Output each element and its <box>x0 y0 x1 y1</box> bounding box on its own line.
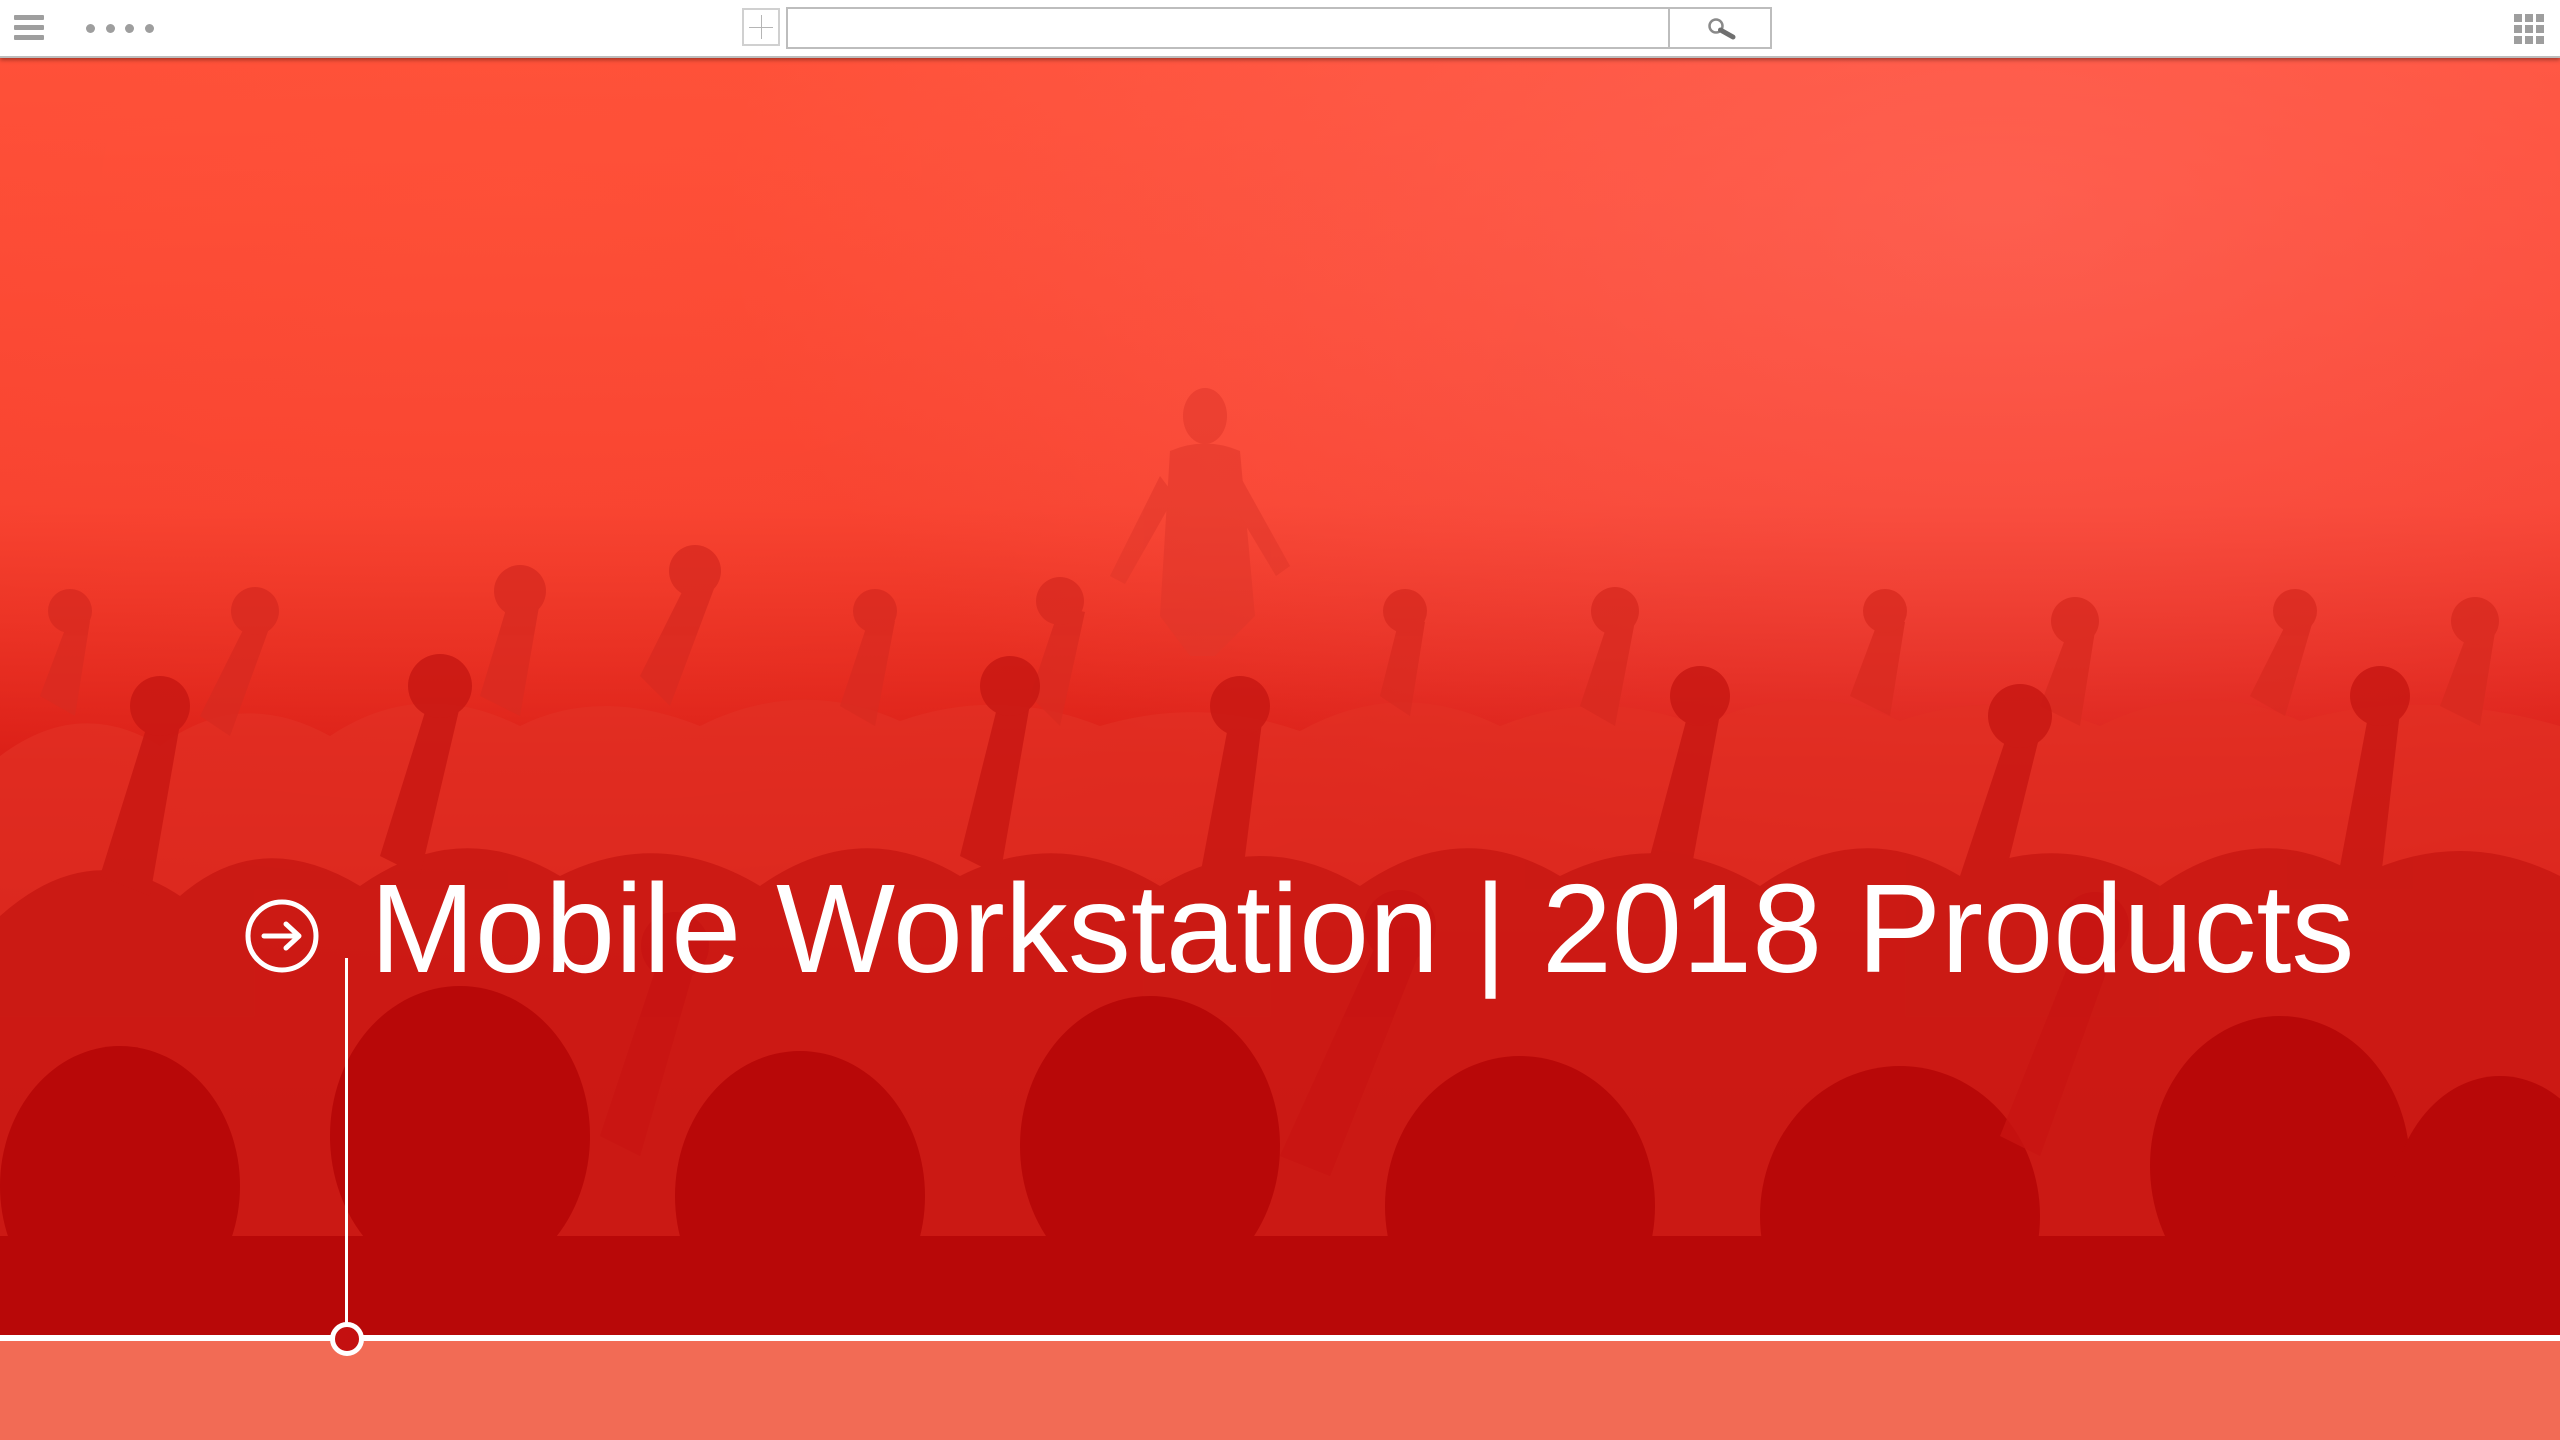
concert-crowd-image <box>0 388 2560 1338</box>
top-toolbar <box>0 0 2560 58</box>
add-button[interactable] <box>742 8 780 46</box>
slide-title: Mobile Workstation | 2018 Products <box>370 858 2355 999</box>
slide-title-row: Mobile Workstation | 2018 Products <box>244 864 2354 994</box>
hamburger-menu-icon[interactable] <box>14 15 44 41</box>
timeline-horizontal-line <box>0 1335 2560 1341</box>
presentation-page: Mobile Workstation | 2018 Products <box>0 0 2560 1440</box>
footer-band <box>0 1341 2560 1440</box>
apps-grid-icon[interactable] <box>2514 14 2544 44</box>
search-button[interactable] <box>1670 7 1772 49</box>
magnifier-icon <box>1708 18 1736 40</box>
arrow-circle-right-icon[interactable] <box>244 898 320 974</box>
more-dots-icon[interactable] <box>86 24 154 34</box>
hero-slide: Mobile Workstation | 2018 Products <box>0 56 2560 1338</box>
timeline-vertical-line <box>345 958 348 1330</box>
search-input[interactable] <box>786 7 1670 49</box>
timeline-node[interactable] <box>330 1322 364 1356</box>
